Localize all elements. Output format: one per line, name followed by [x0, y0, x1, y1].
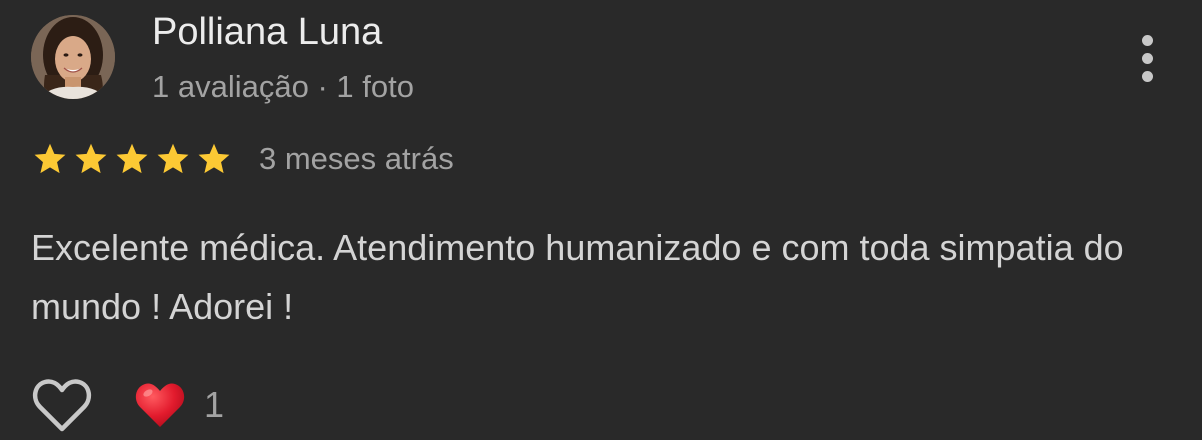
author-meta: 1 avaliação · 1 foto	[152, 69, 414, 104]
star-rating	[31, 140, 236, 178]
star-icon	[198, 143, 230, 174]
review-card: Polliana Luna 1 avaliação · 1 foto 3 mes…	[0, 0, 1202, 440]
reaction-summary[interactable]: 1	[134, 380, 224, 430]
more-dot	[1141, 70, 1153, 82]
author-name[interactable]: Polliana Luna	[152, 10, 382, 54]
more-dot	[1141, 52, 1153, 64]
red-heart-icon	[135, 383, 185, 427]
star-icon	[157, 143, 189, 174]
review-date: 3 meses atrás	[259, 141, 454, 176]
star-icon	[116, 143, 148, 174]
more-vertical-icon	[1141, 34, 1153, 46]
more-options-button[interactable]	[1126, 28, 1168, 88]
heart-outline-icon	[32, 379, 92, 432]
review-text: Excelente médica. Atendimento humanizado…	[31, 227, 1124, 327]
like-button[interactable]	[31, 376, 93, 434]
star-icon	[34, 143, 66, 174]
reaction-count: 1	[204, 384, 225, 425]
star-icon	[75, 143, 107, 174]
avatar[interactable]	[31, 15, 115, 99]
